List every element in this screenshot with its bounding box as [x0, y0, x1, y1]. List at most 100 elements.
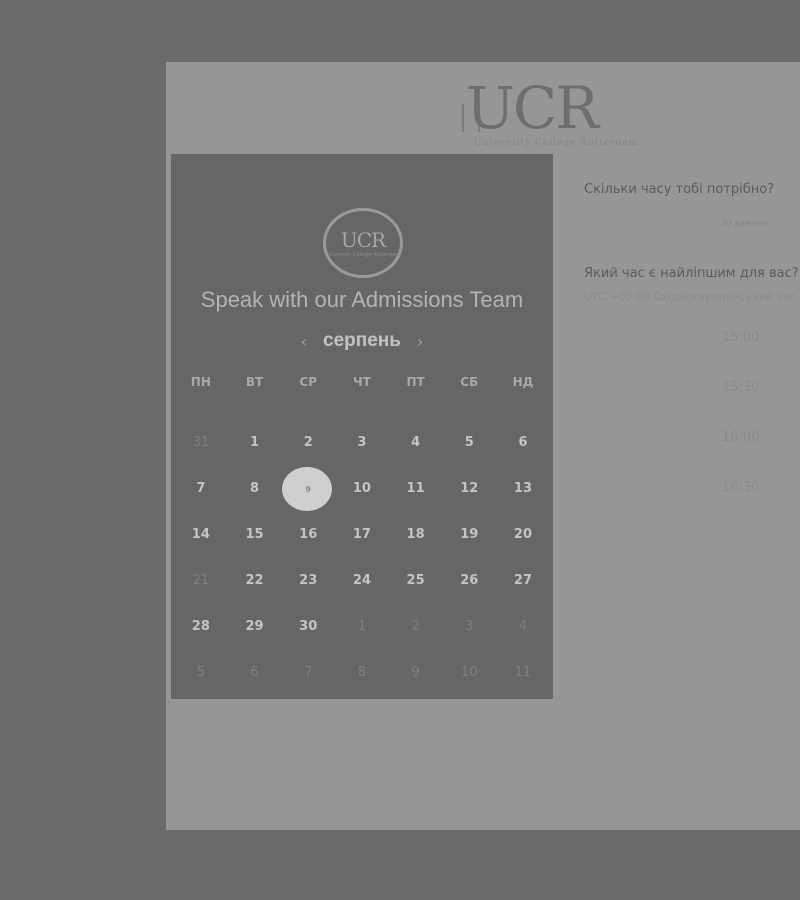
- calendar-day[interactable]: 29: [228, 604, 282, 650]
- calendar-day: 4: [496, 604, 550, 650]
- calendar-day[interactable]: 14: [174, 512, 228, 558]
- calendar-day: 8: [335, 650, 389, 696]
- calendar-day: 3: [442, 604, 496, 650]
- calendar-day[interactable]: 25: [389, 558, 443, 604]
- calendar-day-number: 6: [518, 435, 528, 450]
- calendar-day[interactable]: 13: [496, 466, 550, 512]
- calendar-day-number: 10: [461, 665, 478, 680]
- calendar-day[interactable]: 26: [442, 558, 496, 604]
- time-slot[interactable]: 16:30: [722, 480, 759, 495]
- calendar-day: 11: [496, 650, 550, 696]
- calendar-day[interactable]: 16: [281, 512, 335, 558]
- calendar-grid: ПН ВТ СР ЧТ ПТ СБ НД 31 1 2 3 4 5 6 7 8 9 10 11 12 13 14 15 16…: [174, 364, 550, 696]
- calendar-day-number: 18: [406, 527, 425, 542]
- calendar-day[interactable]: 11: [389, 466, 443, 512]
- calendar-day[interactable]: 18: [389, 512, 443, 558]
- chevron-right-icon[interactable]: ›: [417, 332, 423, 351]
- calendar-day-number: 31: [192, 435, 210, 450]
- ucr-logo: UCR University College Rotterdam: [462, 74, 646, 148]
- weekday-header: ПН ВТ СР ЧТ ПТ СБ НД: [174, 364, 550, 400]
- calendar-day[interactable]: 17: [335, 512, 389, 558]
- calendar-day: 10: [442, 650, 496, 696]
- calendar-day-number: 15: [245, 527, 264, 542]
- calendar-day-number: 27: [513, 573, 533, 588]
- calendar-day-number: 30: [299, 619, 318, 634]
- calendar-logo: UCR University College Rotterdam: [323, 208, 403, 278]
- calendar-day-number: 9: [305, 485, 311, 494]
- time-slot[interactable]: 16:00: [722, 430, 759, 445]
- calendar-week-row: 7 8 9 10 11 12 13: [174, 466, 550, 512]
- logo-tagline: University College Rotterdam: [474, 138, 639, 148]
- calendar-day-number: 14: [191, 527, 210, 542]
- calendar-day[interactable]: 5: [442, 420, 496, 466]
- calendar-day: 6: [228, 650, 282, 696]
- calendar-day-number: 22: [245, 573, 264, 588]
- calendar-day[interactable]: 30: [281, 604, 335, 650]
- weekday-label: СР: [299, 375, 318, 389]
- calendar-week-row: 5 6 7 8 9 10 11: [174, 650, 550, 696]
- duration-question: Скільки часу тобі потрібно?: [584, 182, 775, 197]
- calendar-day[interactable]: 2: [281, 420, 335, 466]
- calendar-day-number: 1: [250, 435, 260, 450]
- calendar-logo-subtext: University College Rotterdam: [326, 252, 400, 258]
- weekday-label: НД: [512, 375, 534, 389]
- time-question: Який час є найліпшим для вас?: [584, 266, 799, 281]
- weekday-label: ЧТ: [352, 375, 371, 389]
- weekday-label: ПН: [190, 375, 211, 389]
- calendar-day[interactable]: 24: [335, 558, 389, 604]
- calendar-day-number: 5: [196, 665, 205, 680]
- calendar-day-number: 23: [299, 573, 318, 588]
- calendar-day-number: 11: [406, 481, 425, 496]
- time-slot[interactable]: 15:30: [722, 380, 759, 395]
- calendar-day: 2: [389, 604, 443, 650]
- calendar-day[interactable]: 10: [335, 466, 389, 512]
- calendar-day-number: 4: [411, 435, 421, 450]
- calendar-title: Speak with our Admissions Team: [200, 287, 524, 312]
- calendar-day-number: 28: [191, 619, 210, 634]
- calendar-day-selected[interactable]: 9: [281, 466, 335, 512]
- calendar-week-row: 28 29 30 1 2 3 4: [174, 604, 550, 650]
- weekday-label: ПТ: [406, 375, 425, 389]
- calendar-day-number: 13: [513, 481, 533, 496]
- calendar-day-number: 8: [357, 665, 367, 680]
- calendar-day[interactable]: 20: [496, 512, 550, 558]
- calendar-day[interactable]: 28: [174, 604, 228, 650]
- calendar-day-number: 11: [514, 665, 532, 680]
- calendar-day-number: 7: [196, 481, 206, 496]
- calendar-day: 1: [335, 604, 389, 650]
- calendar-day-number: 19: [460, 527, 479, 542]
- calendar-day[interactable]: 23: [281, 558, 335, 604]
- weekday-label: ВТ: [245, 375, 264, 389]
- calendar-day-number: 21: [192, 573, 210, 588]
- calendar-day[interactable]: 19: [442, 512, 496, 558]
- month-label: серпень: [323, 330, 401, 351]
- calendar-day[interactable]: 7: [174, 466, 228, 512]
- calendar-day[interactable]: 6: [496, 420, 550, 466]
- time-slot[interactable]: 15:00: [722, 330, 759, 345]
- calendar-day-number: 5: [464, 435, 474, 450]
- calendar-day[interactable]: 4: [389, 420, 443, 466]
- calendar-day[interactable]: 27: [496, 558, 550, 604]
- calendar-day: 5: [174, 650, 228, 696]
- calendar-day-number: 8: [250, 481, 260, 496]
- calendar-day[interactable]: 12: [442, 466, 496, 512]
- calendar-logo-text: UCR: [340, 228, 386, 252]
- calendar-week-row: 14 15 16 17 18 19 20: [174, 512, 550, 558]
- duration-option[interactable]: 30 хвилин: [720, 219, 768, 229]
- calendar-day[interactable]: 1: [228, 420, 282, 466]
- calendar-day-number: 3: [357, 435, 367, 450]
- calendar-weeks: 31 1 2 3 4 5 6 7 8 9 10 11 12 13 14 15 16 17 18 19 20 21 22 23 2…: [174, 420, 550, 696]
- chevron-left-icon[interactable]: ‹: [301, 332, 307, 351]
- calendar-panel: UCR University College Rotterdam Speak w…: [171, 154, 553, 699]
- calendar-day[interactable]: 22: [228, 558, 282, 604]
- calendar-week-row: 21 22 23 24 25 26 27: [174, 558, 550, 604]
- calendar-day-number: 7: [304, 665, 313, 680]
- calendar-day: 21: [174, 558, 228, 604]
- calendar-day[interactable]: 3: [335, 420, 389, 466]
- calendar-day[interactable]: 15: [228, 512, 282, 558]
- calendar-day-number: 17: [352, 527, 371, 542]
- calendar-day[interactable]: 8: [228, 466, 282, 512]
- calendar-day-number: 2: [303, 435, 313, 450]
- timezone-selector[interactable]: UTC +03:00 Східноєвропейський час: [584, 290, 796, 303]
- calendar-day-number: 29: [245, 619, 264, 634]
